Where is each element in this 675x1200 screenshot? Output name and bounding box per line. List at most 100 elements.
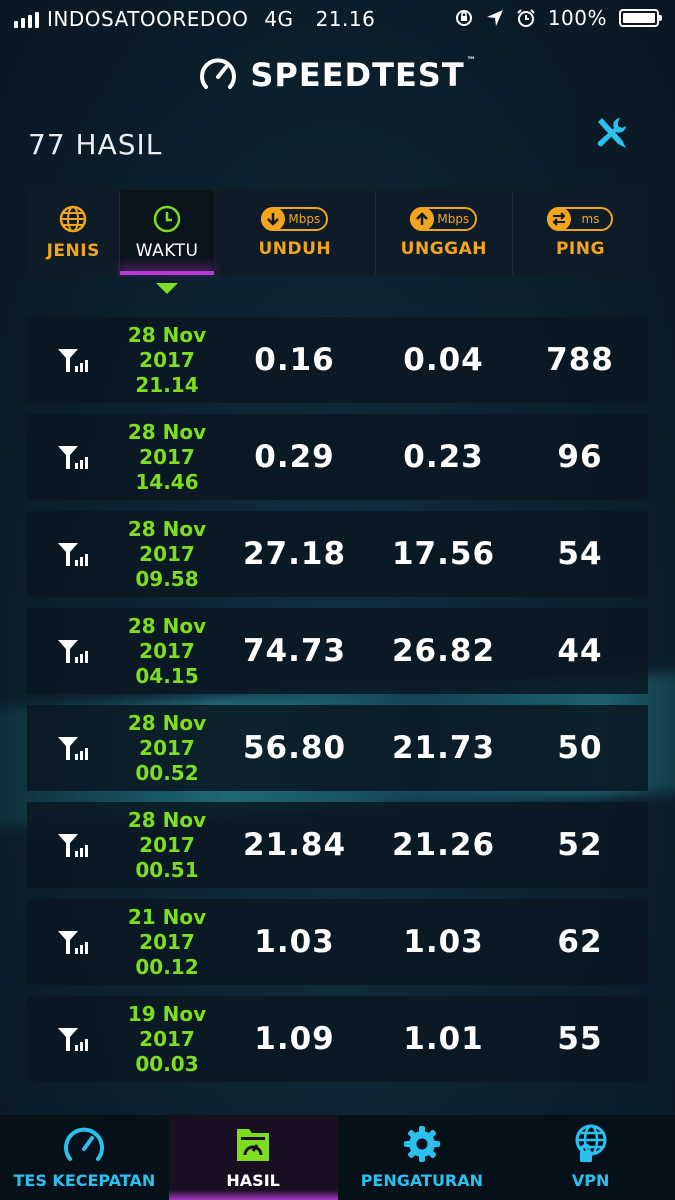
test-time: 09.58	[135, 566, 199, 591]
result-row[interactable]: 28 Nov 2017 09.58 27.18 17.56 54	[27, 511, 648, 597]
sort-indicator-icon	[156, 283, 178, 294]
download-speed: 0.29	[254, 439, 335, 475]
tab-results-label: HASIL	[226, 1171, 280, 1190]
column-ping[interactable]: ms PING	[513, 190, 648, 275]
tab-vpn-label: VPN	[571, 1171, 610, 1190]
test-date: 28 Nov	[127, 807, 207, 832]
bottom-tab-bar: TES KECEPATAN HASIL PENGATURAN VPN	[0, 1115, 675, 1200]
battery-percent: 100%	[547, 6, 607, 30]
test-date: 28 Nov	[127, 613, 207, 638]
test-datetime: 28 Nov 2017 21.14	[120, 317, 214, 403]
cellular-antenna-icon	[57, 640, 88, 663]
test-datetime: 28 Nov 2017 00.52	[120, 705, 214, 791]
test-year: 2017	[139, 638, 195, 663]
tab-results[interactable]: HASIL	[168, 1115, 338, 1200]
cellular-antenna-icon	[57, 543, 88, 566]
connection-type-cell	[27, 705, 120, 791]
download-speed: 27.18	[242, 536, 347, 572]
alarm-icon	[517, 9, 535, 27]
test-date: 28 Nov	[127, 710, 207, 735]
upload-speed: 0.23	[403, 439, 484, 475]
download-speed: 56.80	[242, 730, 347, 766]
test-datetime: 21 Nov 2017 00.12	[120, 899, 214, 985]
tools-button[interactable]	[573, 96, 648, 169]
connection-type-cell	[27, 608, 120, 694]
test-year: 2017	[139, 832, 195, 857]
cellular-antenna-icon	[57, 834, 88, 857]
cellular-antenna-icon	[57, 1028, 88, 1051]
upload-speed: 21.73	[391, 730, 496, 766]
ping-value: 55	[557, 1021, 603, 1057]
test-date: 28 Nov	[127, 322, 207, 347]
test-datetime: 28 Nov 2017 00.51	[120, 802, 214, 888]
download-speed: 1.03	[254, 924, 335, 960]
test-year: 2017	[139, 541, 195, 566]
result-row[interactable]: 21 Nov 2017 00.12 1.03 1.03 62	[27, 899, 648, 985]
ping-value: 788	[546, 342, 614, 378]
test-date: 21 Nov	[127, 904, 207, 929]
column-download[interactable]: Mbps UNDUH	[215, 190, 376, 275]
clock: 21.16	[315, 7, 376, 31]
column-time[interactable]: WAKTU	[120, 190, 215, 275]
result-row[interactable]: 28 Nov 2017 00.51 21.84 21.26 52	[27, 802, 648, 888]
speedometer-icon	[200, 58, 237, 89]
carrier-name: INDOSATOOREDOO	[47, 7, 249, 31]
upload-speed: 17.56	[391, 536, 496, 572]
test-year: 2017	[139, 1026, 195, 1051]
test-time: 21.14	[135, 372, 199, 397]
upload-speed: 1.03	[403, 924, 484, 960]
cellular-antenna-icon	[57, 446, 88, 469]
tab-settings[interactable]: PENGATURAN	[338, 1115, 507, 1200]
test-datetime: 28 Nov 2017 14.46	[120, 414, 214, 500]
upload-speed: 0.04	[403, 342, 484, 378]
tab-speed-test[interactable]: TES KECEPATAN	[0, 1115, 169, 1200]
tab-settings-label: PENGATURAN	[360, 1171, 484, 1190]
battery-icon	[619, 9, 662, 27]
orientation-lock-icon	[455, 10, 472, 26]
test-datetime: 19 Nov 2017 00.03	[120, 996, 214, 1082]
column-time-label: WAKTU	[135, 240, 199, 261]
vpn-globe-lock-icon	[575, 1124, 607, 1162]
network-type: 4G	[264, 7, 294, 31]
tab-vpn[interactable]: VPN	[506, 1115, 675, 1200]
test-time: 14.46	[135, 469, 199, 494]
speedometer-icon	[64, 1127, 105, 1161]
upload-speed: 26.82	[391, 633, 496, 669]
upload-speed: 1.01	[403, 1021, 484, 1057]
results-header: JENIS WAKTU Mbps UNDUH Mbps UNGGAH ms PI…	[27, 190, 648, 275]
test-datetime: 28 Nov 2017 09.58	[120, 511, 214, 597]
result-row[interactable]: 28 Nov 2017 00.52 56.80 21.73 50	[27, 705, 648, 791]
column-upload-label: UNGGAH	[400, 238, 487, 259]
result-row[interactable]: 28 Nov 2017 21.14 0.16 0.04 788	[27, 317, 648, 403]
tab-speed-test-label: TES KECEPATAN	[13, 1171, 156, 1190]
connection-type-cell	[27, 899, 120, 985]
ping-value: 44	[557, 633, 603, 669]
clock-icon	[153, 205, 181, 232]
test-date: 28 Nov	[127, 419, 207, 444]
connection-type-cell	[27, 414, 120, 500]
app-logo: SPEEDTEST ™	[0, 55, 675, 95]
test-time: 00.51	[135, 857, 199, 882]
test-year: 2017	[139, 929, 195, 954]
column-type-label: JENIS	[46, 240, 100, 261]
results-count: 77 HASIL	[28, 128, 163, 161]
connection-type-cell	[27, 511, 120, 597]
connection-type-cell	[27, 996, 120, 1082]
result-row[interactable]: 28 Nov 2017 04.15 74.73 26.82 44	[27, 608, 648, 694]
connection-type-cell	[27, 802, 120, 888]
column-upload[interactable]: Mbps UNGGAH	[376, 190, 513, 275]
result-row[interactable]: 19 Nov 2017 00.03 1.09 1.01 55	[27, 996, 648, 1082]
test-year: 2017	[139, 347, 195, 372]
ping-unit-badge: ms	[547, 206, 614, 231]
status-bar: INDOSATOOREDOO 4G 21.16 100%	[0, 0, 675, 38]
test-time: 04.15	[135, 663, 199, 688]
cellular-antenna-icon	[57, 931, 88, 954]
test-datetime: 28 Nov 2017 04.15	[120, 608, 214, 694]
result-row[interactable]: 28 Nov 2017 14.46 0.29 0.23 96	[27, 414, 648, 500]
upload-unit-badge: Mbps	[410, 206, 478, 231]
cellular-antenna-icon	[57, 737, 88, 760]
column-ping-label: PING	[555, 238, 605, 259]
results-folder-icon	[237, 1129, 270, 1161]
column-type[interactable]: JENIS	[27, 190, 121, 275]
test-time: 00.52	[135, 760, 199, 785]
